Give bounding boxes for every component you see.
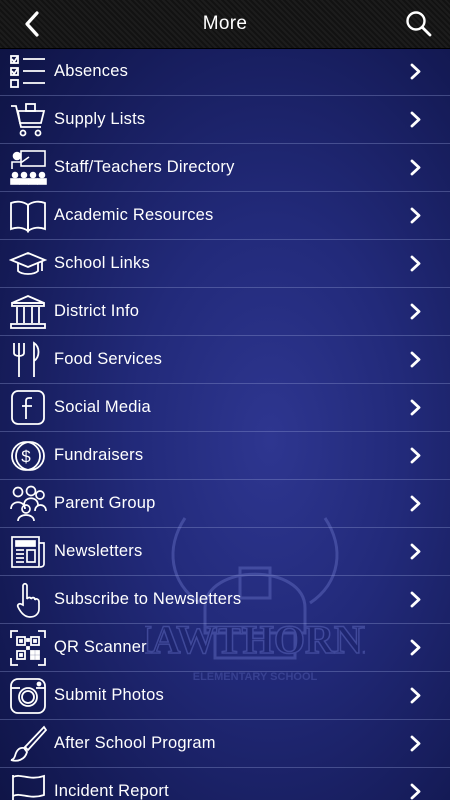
- flag-icon: [9, 773, 47, 800]
- chevron-right-icon: [408, 543, 424, 560]
- menu-item-label: Supply Lists: [54, 110, 146, 128]
- menu-item-label: Submit Photos: [54, 686, 164, 704]
- chevron-right-icon: [408, 639, 424, 656]
- menu-item-parent-group[interactable]: Parent Group: [0, 480, 450, 528]
- svg-text:$: $: [21, 447, 31, 466]
- chevron-right-icon: [408, 111, 424, 128]
- menu-item-label: Absences: [54, 62, 129, 80]
- chevron-right-icon: [408, 591, 424, 608]
- menu-item-label: Staff/Teachers Directory: [54, 158, 235, 176]
- building-columns-icon: [9, 293, 47, 331]
- menu-item-label: Parent Group: [54, 494, 156, 512]
- people-group-icon: [9, 485, 47, 523]
- more-screen: More HAWTHORNE ELEMENTARY SCHOOL: [0, 0, 450, 800]
- menu-item-academic-resources[interactable]: Academic Resources: [0, 192, 450, 240]
- menu-item-label: Fundraisers: [54, 446, 144, 464]
- menu-item-staff-directory[interactable]: Staff/Teachers Directory: [0, 144, 450, 192]
- chevron-right-icon: [408, 207, 424, 224]
- search-icon[interactable]: [404, 9, 434, 39]
- facebook-icon: [9, 389, 47, 427]
- shopping-cart-icon: [9, 101, 47, 139]
- dollar-coin-icon: $: [9, 437, 47, 475]
- chevron-right-icon: [408, 399, 424, 416]
- menu-item-label: QR Scanner: [54, 638, 147, 656]
- menu-item-label: School Links: [54, 254, 150, 272]
- menu-item-label: Newsletters: [54, 542, 143, 560]
- more-menu-list: Absences Supply Lists Staff/Teachers Dir…: [0, 48, 450, 800]
- menu-item-incident-report[interactable]: Incident Report: [0, 768, 450, 800]
- chevron-right-icon: [408, 495, 424, 512]
- top-bar: More: [0, 0, 450, 49]
- menu-item-subscribe-newsletters[interactable]: Subscribe to Newsletters: [0, 576, 450, 624]
- menu-item-label: After School Program: [54, 734, 216, 752]
- menu-item-label: Subscribe to Newsletters: [54, 590, 242, 608]
- menu-item-label: Incident Report: [54, 782, 169, 800]
- menu-item-submit-photos[interactable]: Submit Photos: [0, 672, 450, 720]
- chevron-right-icon: [408, 255, 424, 272]
- menu-item-label: Food Services: [54, 350, 163, 368]
- menu-item-qr-scanner[interactable]: QR Scanner: [0, 624, 450, 672]
- menu-item-fundraisers[interactable]: $ Fundraisers: [0, 432, 450, 480]
- chevron-right-icon: [408, 63, 424, 80]
- menu-item-supply-lists[interactable]: Supply Lists: [0, 96, 450, 144]
- menu-item-school-links[interactable]: School Links: [0, 240, 450, 288]
- camera-icon: [9, 677, 47, 715]
- page-title: More: [202, 13, 248, 34]
- checklist-icon: [9, 53, 47, 91]
- classroom-teacher-icon: [9, 149, 47, 187]
- chevron-right-icon: [408, 687, 424, 704]
- chevron-right-icon: [408, 351, 424, 368]
- chevron-right-icon: [408, 303, 424, 320]
- newspaper-icon: [9, 533, 47, 571]
- menu-item-newsletters[interactable]: Newsletters: [0, 528, 450, 576]
- chevron-right-icon: [408, 735, 424, 752]
- menu-item-district-info[interactable]: District Info: [0, 288, 450, 336]
- chevron-right-icon: [408, 159, 424, 176]
- chevron-right-icon: [408, 783, 424, 800]
- menu-item-label: Social Media: [54, 398, 151, 416]
- menu-item-label: Academic Resources: [54, 206, 214, 224]
- paintbrush-icon: [9, 725, 48, 763]
- chevron-right-icon: [408, 447, 424, 464]
- menu-item-absences[interactable]: Absences: [0, 48, 450, 96]
- menu-item-food-services[interactable]: Food Services: [0, 336, 450, 384]
- menu-item-after-school-program[interactable]: After School Program: [0, 720, 450, 768]
- qr-code-icon: [9, 629, 47, 667]
- open-book-icon: [9, 197, 47, 235]
- pointing-hand-icon: [9, 581, 47, 619]
- menu-item-label: District Info: [54, 302, 140, 320]
- graduation-cap-icon: [8, 245, 48, 283]
- menu-item-social-media[interactable]: Social Media: [0, 384, 450, 432]
- fork-knife-icon: [9, 341, 47, 379]
